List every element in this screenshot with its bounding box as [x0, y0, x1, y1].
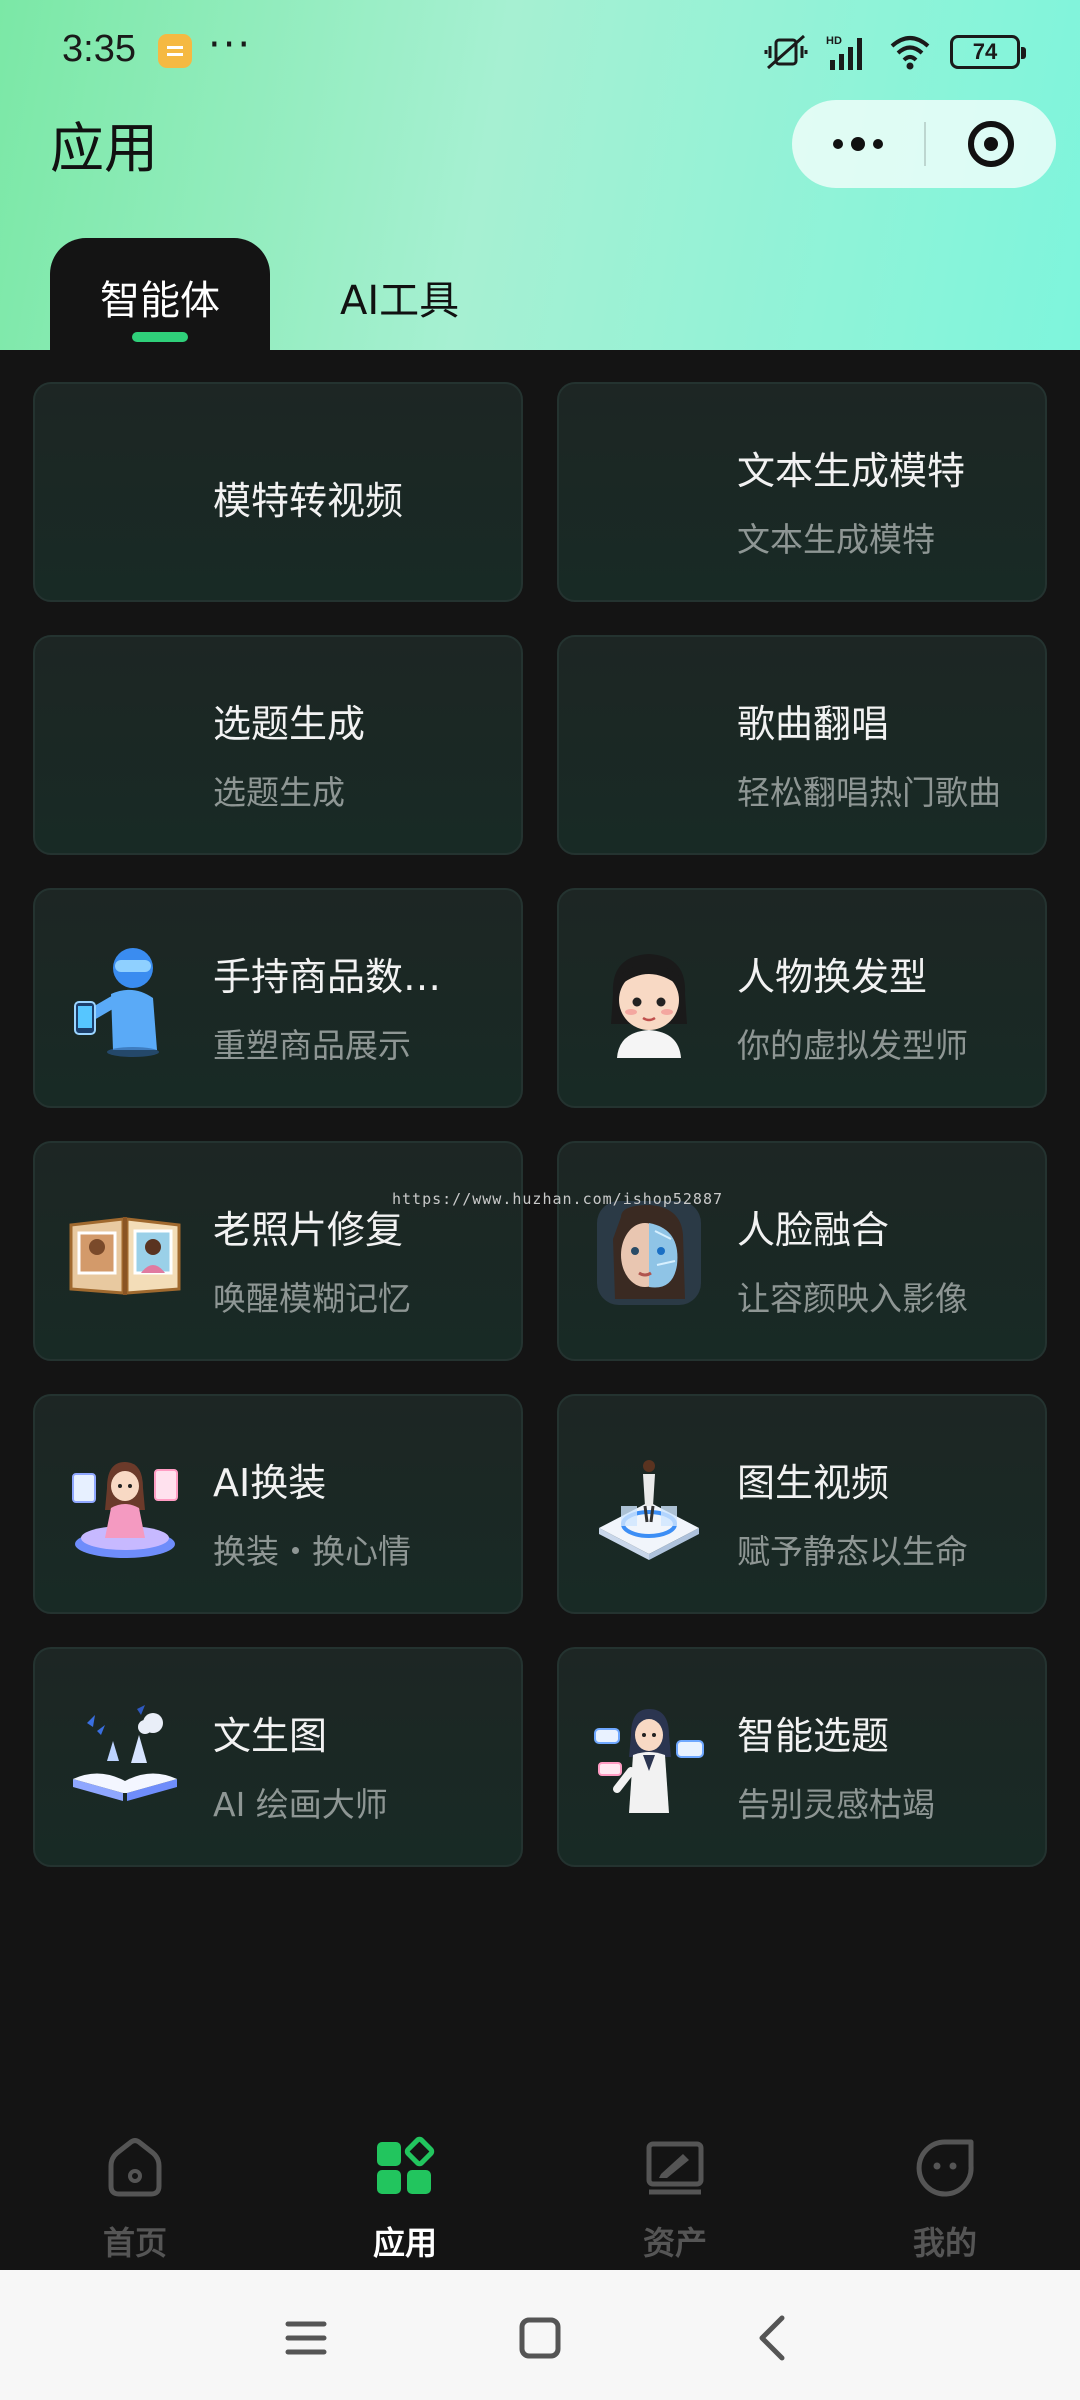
more-notifications-indicator: ···: [208, 22, 253, 68]
nav-label: 资产: [642, 2224, 707, 2262]
cartoon-girl-icon: [611, 954, 687, 1058]
menu-icon[interactable]: [276, 2308, 336, 2368]
nav-assets[interactable]: 资产: [575, 2136, 775, 2264]
profile-icon: [916, 2139, 974, 2197]
card-song-cover[interactable]: 歌曲翻唱 轻松翻唱热门歌曲: [557, 635, 1047, 855]
card-title: 选题生成: [213, 702, 366, 746]
card-face-fusion[interactable]: 人脸融合 让容颜映入影像: [557, 1141, 1047, 1361]
watermark: https://www.huzhan.com/ishop52887: [392, 1190, 724, 1208]
tab-ai-tools[interactable]: AI工具: [340, 268, 459, 326]
card-title: 歌曲翻唱: [737, 702, 890, 746]
card-title: 模特转视频: [213, 479, 404, 523]
target-close-icon: [968, 121, 1014, 167]
card-title: AI换装: [213, 1461, 327, 1505]
card-subtitle: 赋予静态以生命: [737, 1532, 968, 1571]
card-subtitle: 选题生成: [213, 773, 345, 812]
home-square-icon[interactable]: [510, 2308, 570, 2368]
back-icon[interactable]: [744, 2308, 804, 2368]
magic-book-icon: [73, 1705, 177, 1801]
card-subtitle: 换装・换心情: [213, 1532, 411, 1571]
card-hairstyle-change[interactable]: 人物换发型 你的虚拟发型师: [557, 888, 1047, 1108]
tab-active-indicator: [132, 332, 188, 342]
close-miniapp-button[interactable]: [926, 121, 1056, 167]
card-old-photo-restore[interactable]: 老照片修复 唤醒模糊记忆: [33, 1141, 523, 1361]
card-title: 图生视频: [737, 1461, 890, 1505]
card-image-to-video[interactable]: 图生视频 赋予静态以生命: [557, 1394, 1047, 1614]
cyborg-face-icon: [597, 1201, 701, 1305]
card-smart-topic[interactable]: 智能选题 告别灵感枯竭: [557, 1647, 1047, 1867]
card-model-to-video[interactable]: 模特转视频: [33, 382, 523, 602]
nav-profile[interactable]: 我的: [845, 2136, 1045, 2264]
header: 3:35 ··· HD 74 应用 智能体 AI工具: [0, 0, 1080, 354]
nav-label: 应用: [372, 2224, 437, 2262]
more-dot-icon: [873, 139, 883, 149]
tab-agents[interactable]: 智能体: [50, 238, 270, 354]
status-time: 3:35: [62, 28, 136, 70]
message-notification-icon: [158, 34, 192, 68]
signal-icon: HD: [826, 35, 862, 70]
card-subtitle: 重塑商品展示: [213, 1026, 411, 1065]
card-title: 手持商品数…: [213, 955, 442, 999]
card-text-to-model[interactable]: 文本生成模特 文本生成模特: [557, 382, 1047, 602]
card-subtitle: 你的虚拟发型师: [737, 1026, 968, 1065]
tab-agents-label: 智能体: [100, 278, 220, 324]
card-subtitle: 唤醒模糊记忆: [213, 1279, 411, 1318]
card-subtitle: 告别灵感枯竭: [737, 1785, 935, 1824]
mute-vibrate-icon: [764, 34, 808, 70]
more-dot-icon: [851, 137, 865, 151]
system-nav-bar: [0, 2270, 1080, 2400]
signal-hd-label: HD: [826, 35, 842, 47]
nav-apps[interactable]: 应用: [305, 2136, 505, 2264]
card-subtitle: 轻松翻唱热门歌曲: [737, 773, 1001, 812]
card-title: 人脸融合: [737, 1208, 890, 1252]
nav-home[interactable]: 首页: [35, 2136, 235, 2264]
miniapp-capsule: [792, 100, 1056, 188]
assets-icon: [646, 2141, 704, 2195]
wifi-icon: [890, 36, 930, 70]
status-bar: 3:35 ··· HD 74: [0, 0, 1080, 100]
nav-label: 我的: [912, 2224, 977, 2262]
card-subtitle: 让容颜映入影像: [737, 1279, 968, 1318]
anime-assistant-icon: [594, 1709, 704, 1813]
card-handheld-product[interactable]: 手持商品数… 重塑商品展示: [33, 888, 523, 1108]
card-topic-generation[interactable]: 选题生成 选题生成: [33, 635, 523, 855]
bottom-nav: 首页 应用 资产 我的: [0, 2110, 1080, 2270]
card-title: 智能选题: [737, 1714, 890, 1758]
card-subtitle: 文本生成模特: [737, 520, 935, 559]
page-title: 应用: [50, 117, 158, 180]
card-subtitle: AI 绘画大师: [213, 1785, 388, 1824]
battery-icon: 74: [950, 35, 1026, 69]
more-menu-button[interactable]: [792, 137, 924, 151]
card-title: 人物换发型: [737, 955, 928, 999]
card-title: 文生图: [213, 1714, 328, 1758]
card-ai-dress-up[interactable]: AI换装 换装・换心情: [33, 1394, 523, 1614]
hologram-stage-icon: [599, 1460, 699, 1560]
apps-icon: [377, 2136, 435, 2194]
photo-album-icon: [69, 1217, 181, 1295]
more-dot-icon: [833, 139, 843, 149]
card-text-to-image[interactable]: 文生图 AI 绘画大师: [33, 1647, 523, 1867]
card-title: 文本生成模特: [737, 449, 966, 493]
nav-label: 首页: [102, 2224, 167, 2262]
dressing-girl-icon: [72, 1462, 178, 1558]
home-icon: [108, 2138, 162, 2197]
blue-figure-phone-icon: [74, 948, 159, 1057]
